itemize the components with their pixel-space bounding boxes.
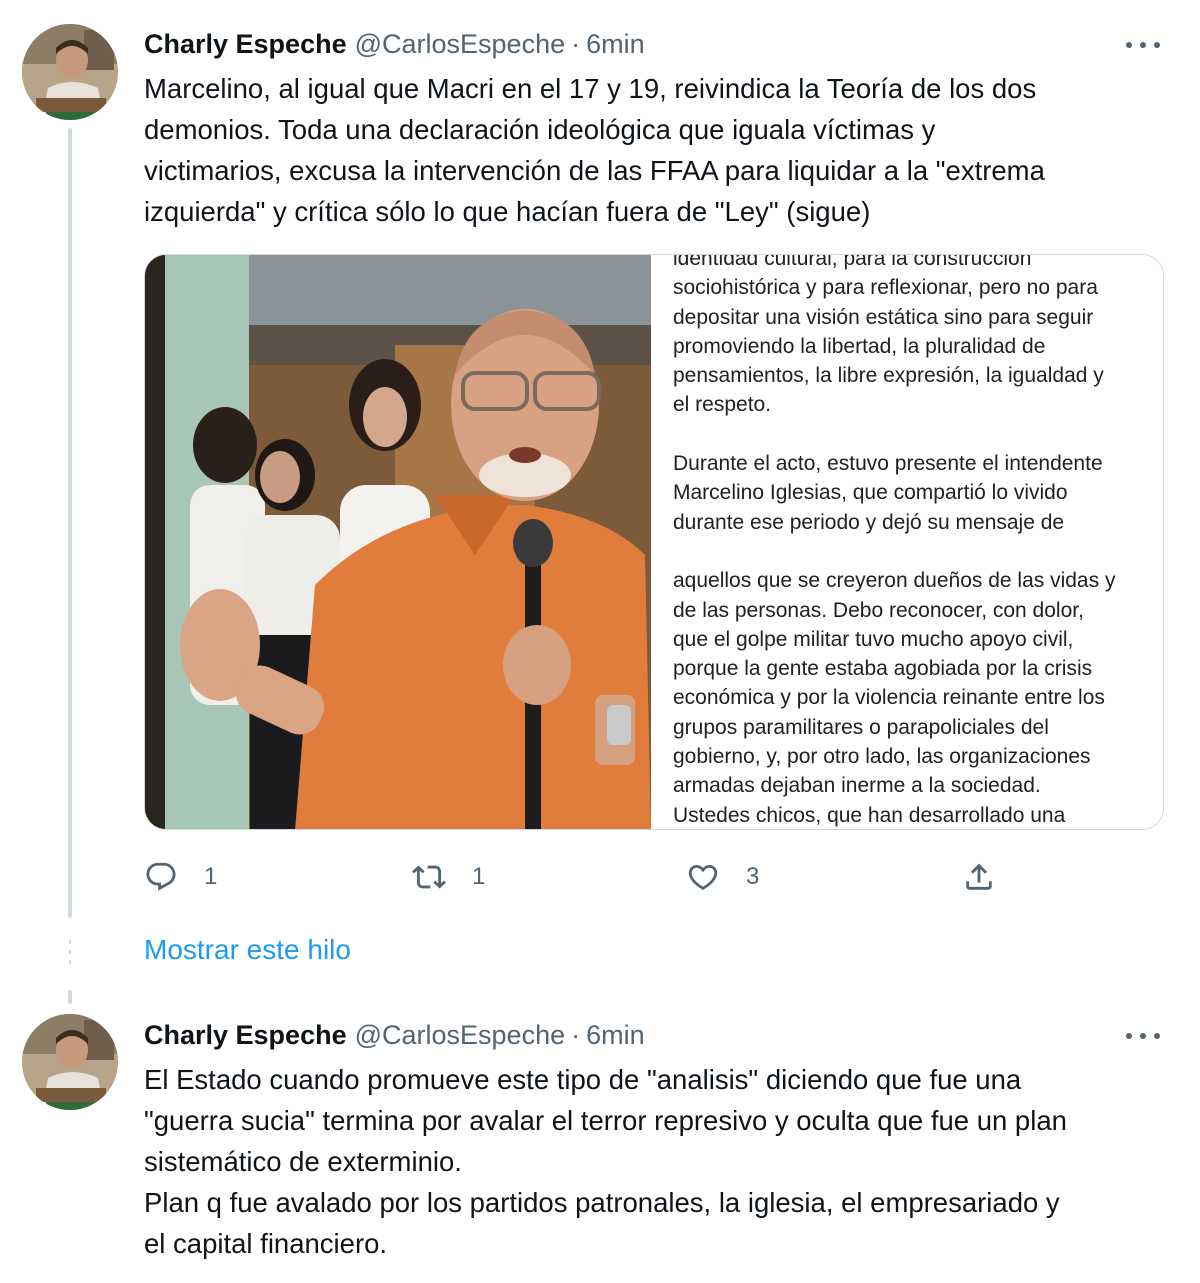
tweet-timestamp[interactable]: 6min <box>586 1020 645 1051</box>
retweet-icon <box>412 865 446 889</box>
reply-button[interactable]: 1 <box>144 855 217 899</box>
tweet-text: El Estado cuando promueve este tipo de "… <box>144 1064 1067 1259</box>
author-handle[interactable]: @CarlosEspeche <box>355 29 566 60</box>
like-count: 3 <box>746 863 760 890</box>
retweet-button[interactable]: 1 <box>412 855 485 899</box>
share-button[interactable] <box>962 855 996 899</box>
thread-connector-line-lower <box>68 990 72 1004</box>
show-thread-link[interactable]: Mostrar este hilo <box>144 934 351 966</box>
avatar[interactable] <box>22 1014 118 1110</box>
author-name[interactable]: Charly Espeche <box>144 29 347 60</box>
more-options-icon[interactable] <box>1126 1026 1160 1046</box>
tweet-text: Marcelino, al igual que Macri en el 17 y… <box>144 73 1045 227</box>
article-text: identidad cultural, para la construcción… <box>673 255 1116 827</box>
reply-icon <box>146 862 176 891</box>
share-icon <box>966 863 992 890</box>
author-name[interactable]: Charly Espeche <box>144 1020 347 1051</box>
tweet-media[interactable]: identidad cultural, para la construcción… <box>144 254 1164 830</box>
retweet-count: 1 <box>472 863 486 890</box>
author-handle[interactable]: @CarlosEspeche <box>355 1020 566 1051</box>
like-button[interactable]: 3 <box>686 855 759 899</box>
heart-icon <box>688 864 718 890</box>
avatar[interactable] <box>22 24 118 120</box>
thread-connector-line <box>68 128 72 918</box>
tweet-header: Charly Espeche @CarlosEspeche · 6min <box>144 1018 645 1052</box>
reply-count: 1 <box>204 863 218 890</box>
media-article-screenshot: identidad cultural, para la construcción… <box>653 255 1163 829</box>
thread-gap-dots <box>69 940 71 970</box>
more-options-icon[interactable] <box>1126 35 1160 55</box>
tweet-timestamp[interactable]: 6min <box>586 29 645 60</box>
tweet-actions: 1 1 3 <box>144 855 1004 899</box>
tweet-header: Charly Espeche @CarlosEspeche · 6min <box>144 27 645 61</box>
media-photo <box>145 255 651 829</box>
separator-dot: · <box>571 28 581 59</box>
separator-dot: · <box>571 1019 581 1050</box>
